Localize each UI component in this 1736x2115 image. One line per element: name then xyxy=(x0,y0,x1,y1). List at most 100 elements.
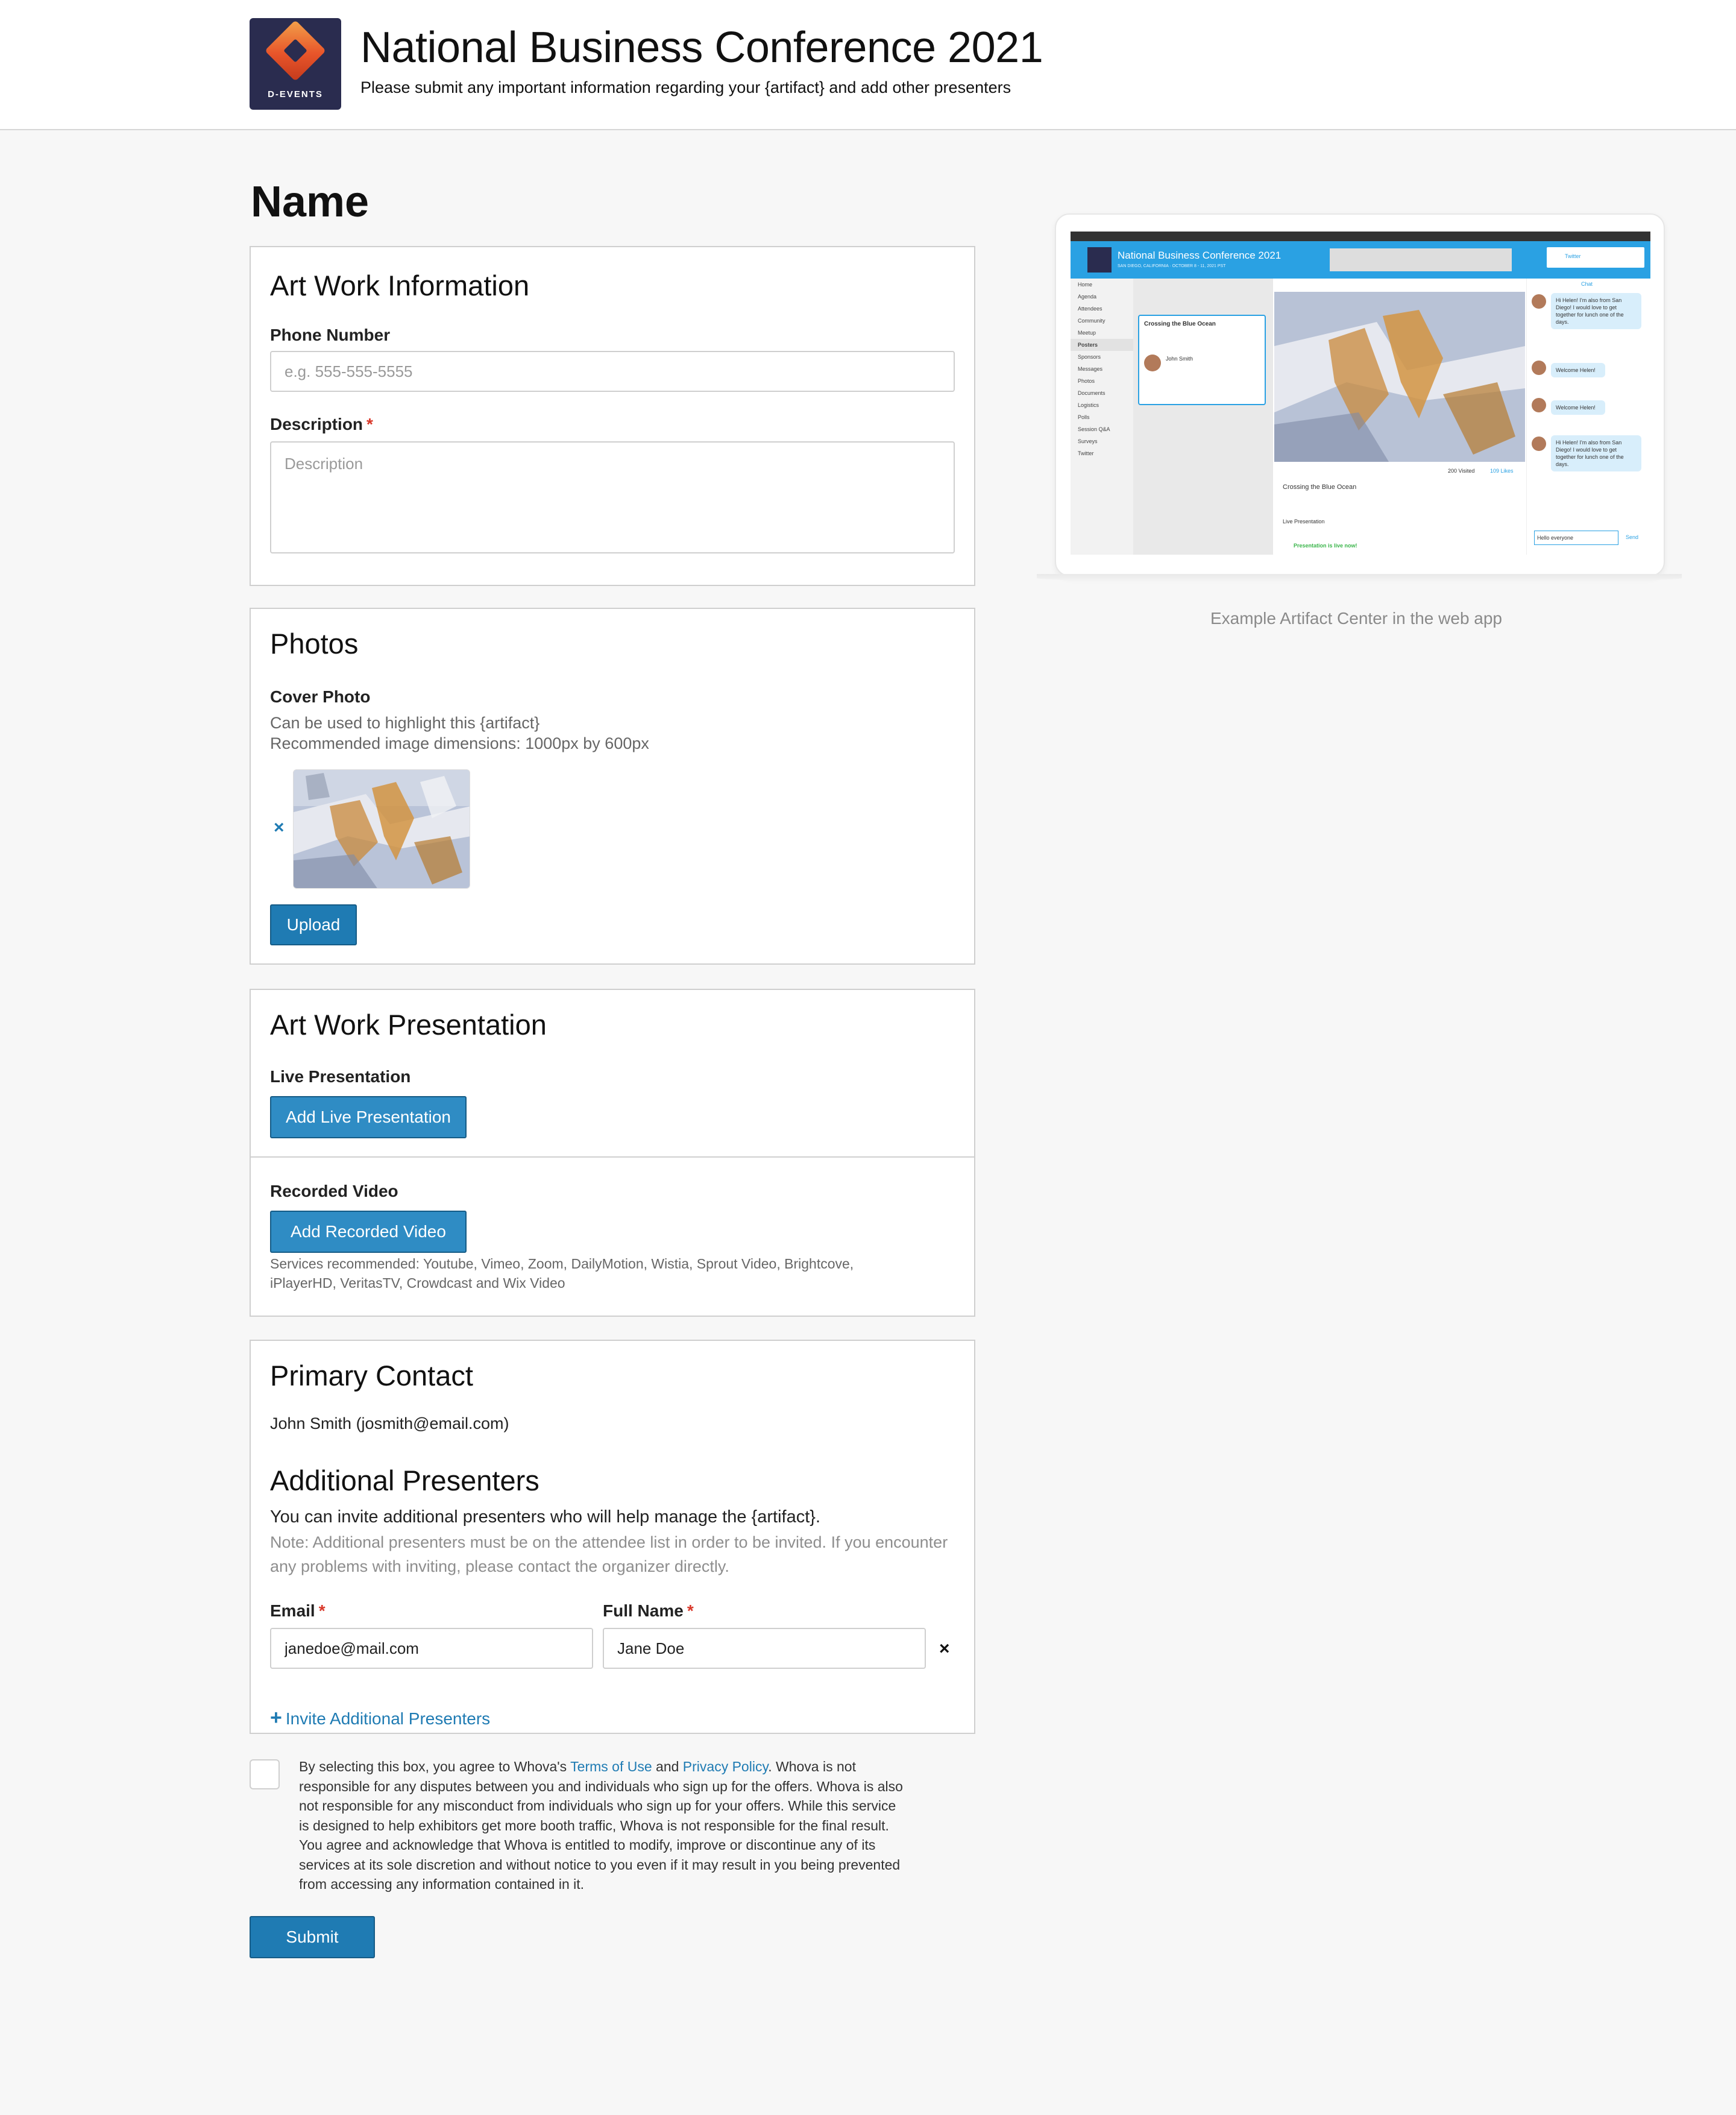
card-title: Art Work Information xyxy=(270,269,530,301)
preview-chat-avatar xyxy=(1532,398,1546,412)
preview-sidebar: Home Agenda Attendees Community Meetup P… xyxy=(1071,279,1133,555)
preview-nav-item: Twitter xyxy=(1078,450,1094,456)
primary-contact-value: John Smith (josmith@email.com) xyxy=(270,1414,509,1433)
required-mark: * xyxy=(366,415,373,433)
agreement-prefix: By selecting this box, you agree to Whov… xyxy=(299,1759,571,1774)
presentation-card: Art Work Presentation Live Presentation … xyxy=(250,989,975,1317)
web-app-preview: National Business Conference 2021 SAN DI… xyxy=(1037,213,1682,587)
presenter-email-input[interactable] xyxy=(270,1628,593,1669)
agreement-and: and xyxy=(652,1759,683,1774)
preview-topbar xyxy=(1071,232,1650,241)
preview-chat-message: Welcome Helen! xyxy=(1551,400,1605,415)
required-mark: * xyxy=(318,1601,326,1620)
live-presentation-label: Live Presentation xyxy=(270,1067,411,1086)
presenter-name-input[interactable] xyxy=(603,1628,926,1669)
abstract-painting-image xyxy=(294,770,470,888)
services-text-line-1: Services recommended: Youtube, Vimeo, Zo… xyxy=(270,1256,854,1272)
laptop-base xyxy=(1037,574,1682,582)
preview-chat-message: Hi Helen! I'm also from San Diego! I wou… xyxy=(1551,435,1641,471)
preview-nav-item: Logistics xyxy=(1078,402,1099,408)
cover-photo-label: Cover Photo xyxy=(270,687,371,706)
preview-poster-card: Crossing the Blue Ocean John Smith xyxy=(1138,315,1266,405)
preview-nav-item: Session Q&A xyxy=(1078,426,1110,432)
remove-presenter-icon[interactable]: × xyxy=(939,1640,950,1658)
preview-twitter-box: Twitter xyxy=(1547,247,1644,268)
full-name-label: Full Name * xyxy=(603,1601,694,1621)
preview-chat-panel: Chat Hi Helen! I'm also from San Diego! … xyxy=(1526,279,1650,555)
add-recorded-video-button[interactable]: Add Recorded Video xyxy=(270,1211,467,1253)
preview-caption: Example Artifact Center in the web app xyxy=(1210,609,1503,628)
preview-live-now: Presentation is live now! xyxy=(1294,543,1357,549)
agreement-text: By selecting this box, you agree to Whov… xyxy=(299,1757,908,1894)
card-title: Art Work Presentation xyxy=(270,1009,547,1041)
phone-input[interactable] xyxy=(270,351,955,392)
preview-nav-item: Meetup xyxy=(1078,330,1096,336)
preview-nav-item: Messages xyxy=(1078,366,1103,372)
section-divider xyxy=(251,1156,974,1158)
page-title: Name xyxy=(251,178,370,226)
preview-poster-list: Crossing the Blue Ocean John Smith xyxy=(1133,279,1273,555)
services-text-line-2: iPlayerHD, VeritasTV, Crowdcast and Wix … xyxy=(270,1275,565,1291)
invite-additional-presenters-link[interactable]: + Invite Additional Presenters xyxy=(270,1706,490,1730)
event-subtitle: Please submit any important information … xyxy=(360,78,1011,96)
privacy-policy-link[interactable]: Privacy Policy xyxy=(683,1759,768,1774)
preview-poster-author: John Smith xyxy=(1166,356,1194,362)
cover-photo-thumbnail xyxy=(293,769,470,889)
additional-presenters-description: You can invite additional presenters who… xyxy=(270,1507,821,1527)
preview-artwork-title: Crossing the Blue Ocean xyxy=(1283,484,1357,491)
preview-poster-avatar xyxy=(1144,355,1161,371)
preview-nav-item: Polls xyxy=(1078,414,1090,420)
diamond-logo-icon xyxy=(265,20,326,81)
preview-nav-item: Community xyxy=(1078,318,1105,324)
app-header: D-EVENTS National Business Conference 20… xyxy=(0,0,1736,130)
description-label-text: Description xyxy=(270,415,363,433)
preview-logo-icon xyxy=(1087,247,1112,273)
preview-chat-label: Chat xyxy=(1581,281,1593,287)
contact-card: Primary Contact John Smith (josmith@emai… xyxy=(250,1340,975,1734)
preview-chat-avatar xyxy=(1532,361,1546,375)
preview-nav-item: Sponsors xyxy=(1078,354,1101,360)
preview-nav-item: Photos xyxy=(1078,378,1095,384)
event-title: National Business Conference 2021 xyxy=(360,24,1043,72)
preview-subtitle: SAN DIEGO, CALIFORNIA · OCTOBER 8 - 11, … xyxy=(1118,264,1226,268)
email-label-text: Email xyxy=(270,1601,315,1620)
preview-chat-avatar xyxy=(1532,437,1546,451)
preview-chat-input: Hello everyone xyxy=(1534,531,1618,545)
preview-nav-item: Surveys xyxy=(1078,438,1098,444)
preview-nav-item: Agenda xyxy=(1078,294,1097,300)
preview-live-label: Live Presentation xyxy=(1283,519,1325,525)
phone-label: Phone Number xyxy=(270,326,391,344)
agreement-body: . Whova is not responsible for any dispu… xyxy=(299,1759,903,1892)
full-name-label-text: Full Name xyxy=(603,1601,684,1620)
preview-title: National Business Conference 2021 xyxy=(1118,250,1282,261)
abstract-painting-image xyxy=(1274,292,1525,462)
logo-text: D-EVENTS xyxy=(268,89,323,99)
preview-chat-message: Hi Helen! I'm also from San Diego! I wou… xyxy=(1551,293,1641,329)
photos-card: Photos Cover Photo Can be used to highli… xyxy=(250,608,975,965)
recorded-video-label: Recorded Video xyxy=(270,1182,398,1200)
preview-likes: 109 Likes xyxy=(1490,468,1514,474)
terms-of-use-link[interactable]: Terms of Use xyxy=(570,1759,652,1774)
preview-nav-item: Documents xyxy=(1078,390,1105,396)
preview-header: National Business Conference 2021 SAN DI… xyxy=(1071,241,1650,279)
agree-checkbox[interactable] xyxy=(250,1759,280,1789)
submit-button[interactable]: Submit xyxy=(250,1916,375,1958)
preview-chat-message: Welcome Helen! xyxy=(1551,363,1605,377)
preview-artwork-image xyxy=(1274,292,1525,462)
card-title: Photos xyxy=(270,628,359,660)
preview-search-bar xyxy=(1330,248,1512,271)
preview-chat-avatar xyxy=(1532,294,1546,309)
upload-button[interactable]: Upload xyxy=(270,904,357,945)
preview-nav-item: Home xyxy=(1078,282,1093,288)
email-label: Email * xyxy=(270,1601,326,1621)
d-events-logo: D-EVENTS xyxy=(250,18,341,110)
preview-screen: National Business Conference 2021 SAN DI… xyxy=(1071,232,1650,555)
additional-presenters-note: Note: Additional presenters must be on t… xyxy=(270,1533,948,1575)
description-textarea[interactable] xyxy=(270,441,955,553)
preview-chat-send: Send xyxy=(1626,534,1639,540)
add-live-presentation-button[interactable]: Add Live Presentation xyxy=(270,1096,467,1138)
remove-photo-icon[interactable]: × xyxy=(274,819,285,837)
required-mark: * xyxy=(687,1601,694,1620)
cover-dimensions-text: Recommended image dimensions: 1000px by … xyxy=(270,734,649,752)
preview-nav-item: Posters xyxy=(1071,339,1133,351)
